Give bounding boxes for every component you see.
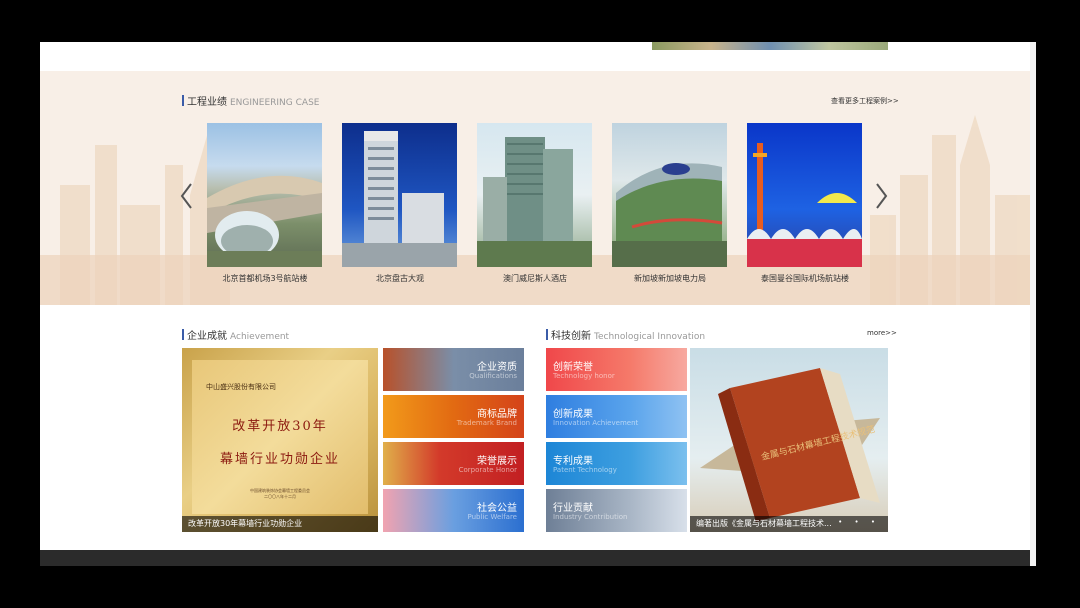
tile-title: 荣誉展示 <box>477 456 517 467</box>
title-en: ENGINEERING CASE <box>230 98 320 108</box>
title-accent-bar <box>546 329 548 340</box>
honor-plaque-image: 中山盛兴股份有限公司 改革开放30年 幕墙行业功勋企业 中国建筑装饰协会幕墙工程… <box>192 360 368 514</box>
tile-title: 行业贡献 <box>553 503 593 514</box>
case-item[interactable]: 北京首都机场3号航站楼 <box>207 123 323 284</box>
tile-subtitle: Trademark Brand <box>456 419 517 427</box>
next-arrow-icon[interactable] <box>872 181 890 211</box>
case-caption[interactable]: 北京盘古大观 <box>342 273 458 284</box>
plaque-caption[interactable]: 改革开放30年幕墙行业功勋企业 <box>182 516 378 532</box>
case-caption[interactable]: 北京首都机场3号航站楼 <box>207 273 323 284</box>
prev-arrow-icon[interactable] <box>178 181 196 211</box>
tile-subtitle: Corporate Honor <box>458 466 517 474</box>
tile-title: 创新荣誉 <box>553 362 593 373</box>
device-frame: 工程业绩 ENGINEERING CASE 查看更多工程案例>> 北京首都机场3号… <box>0 0 1080 608</box>
engineering-section-title: 工程业绩 ENGINEERING CASE <box>182 93 319 108</box>
case-item[interactable]: 北京盘古大观 <box>342 123 458 284</box>
engineering-case-section: 工程业绩 ENGINEERING CASE 查看更多工程案例>> 北京首都机场3号… <box>40 71 1030 305</box>
case-caption[interactable]: 泰国曼谷国际机场航站楼 <box>747 273 863 284</box>
engineering-more-link[interactable]: 查看更多工程案例>> <box>831 96 899 106</box>
tile-patent[interactable]: 专利成果 Patent Technology <box>546 442 687 485</box>
plaque-date: 二〇〇八年十二月 <box>264 494 296 499</box>
title-cn: 科技创新 <box>551 331 591 342</box>
title-cn: 工程业绩 <box>187 97 227 108</box>
plaque-line2: 幕墙行业功勋企业 <box>219 452 340 467</box>
tile-subtitle: Public Welfare <box>467 513 518 521</box>
top-banner-image-fragment <box>652 42 888 50</box>
tile-title: 创新成果 <box>553 409 593 420</box>
book-illustration: 金属与石材幕墙工程技术规范 <box>700 368 880 522</box>
tile-title: 专利成果 <box>553 456 593 467</box>
case-item[interactable]: 泰国曼谷国际机场航站楼 <box>747 123 863 284</box>
tile-title: 社会公益 <box>477 503 517 514</box>
tile-innovation-achievement[interactable]: 创新成果 Innovation Achievement <box>546 395 687 438</box>
tile-subtitle: Innovation Achievement <box>553 419 639 427</box>
tile-title: 商标品牌 <box>477 409 517 420</box>
title-accent-bar <box>182 329 184 340</box>
case-item[interactable]: 澳门威尼斯人酒店 <box>477 123 593 284</box>
tile-qualifications[interactable]: 企业资质 Qualifications <box>383 348 524 391</box>
tile-subtitle: Industry Contribution <box>553 513 628 521</box>
achievement-plaque-panel[interactable]: 中山盛兴股份有限公司 改革开放30年 幕墙行业功勋企业 中国建筑装饰协会幕墙工程… <box>182 348 378 532</box>
case-caption[interactable]: 新加坡新加坡电力局 <box>612 273 728 284</box>
case-image-bangkok-airport[interactable] <box>747 123 862 267</box>
case-image-airport[interactable] <box>207 123 322 267</box>
innovation-section-title: 科技创新 Technological Innovation <box>546 327 705 342</box>
carousel-dots[interactable]: • • • <box>838 518 880 526</box>
case-item[interactable]: 新加坡新加坡电力局 <box>612 123 728 284</box>
tile-honor[interactable]: 荣誉展示 Corporate Honor <box>383 442 524 485</box>
plaque-issuer-text: 中国建筑装饰协会幕墙工程委员会 <box>250 488 310 493</box>
plaque-line1: 改革开放30年 <box>232 419 328 434</box>
tile-industry-contribution[interactable]: 行业贡献 Industry Contribution <box>546 489 687 532</box>
tile-subtitle: Technology honor <box>553 372 615 380</box>
achievement-section-title: 企业成就 Achievement <box>182 327 289 342</box>
title-cn: 企业成就 <box>187 331 227 342</box>
innovation-more-link[interactable]: more>> <box>867 329 897 337</box>
book-publication-image[interactable]: 金属与石材幕墙工程技术规范 编著出版《金属与石材幕墙工程技术... • • • <box>690 348 888 532</box>
tile-title: 企业资质 <box>477 362 517 373</box>
scrollbar-track[interactable] <box>1030 42 1036 566</box>
footer-bar <box>40 550 1030 566</box>
tile-subtitle: Qualifications <box>469 372 517 380</box>
browser-viewport: 工程业绩 ENGINEERING CASE 查看更多工程案例>> 北京首都机场3号… <box>40 42 1036 566</box>
case-image-singapore-power[interactable] <box>612 123 727 267</box>
case-image-venetian-hotel[interactable] <box>477 123 592 267</box>
title-accent-bar <box>182 95 184 106</box>
tile-trademark[interactable]: 商标品牌 Trademark Brand <box>383 395 524 438</box>
tile-subtitle: Patent Technology <box>553 466 617 474</box>
case-image-pangu-tower[interactable] <box>342 123 457 267</box>
plaque-company: 中山盛兴股份有限公司 <box>206 383 276 391</box>
case-caption[interactable]: 澳门威尼斯人酒店 <box>477 273 593 284</box>
plaque-issuer: 中国建筑装饰协会幕墙工程委员会 二〇〇八年十二月 <box>192 488 368 500</box>
tile-public-welfare[interactable]: 社会公益 Public Welfare <box>383 489 524 532</box>
tile-tech-honor[interactable]: 创新荣誉 Technology honor <box>546 348 687 391</box>
title-en: Achievement <box>230 332 290 342</box>
title-en: Technological Innovation <box>594 332 706 342</box>
